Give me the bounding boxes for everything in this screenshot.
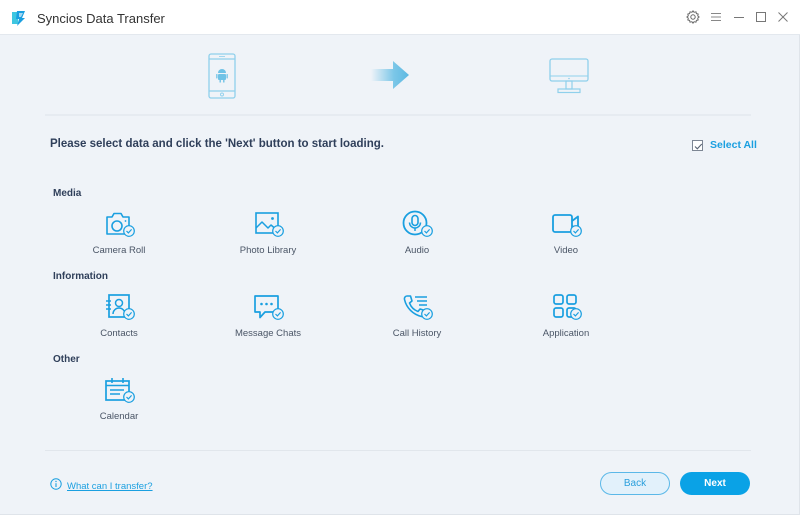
data-item-audio[interactable]: Audio: [362, 210, 472, 256]
maximize-button[interactable]: [752, 8, 770, 26]
title-bar: Syncios Data Transfer: [0, 0, 800, 35]
hamburger-icon: [710, 11, 722, 23]
data-item-call-history[interactable]: Call History: [362, 293, 472, 339]
photo-icon: [251, 210, 285, 240]
data-item-label: Call History: [392, 328, 442, 339]
data-item-calendar[interactable]: Calendar: [64, 376, 174, 422]
instruction-text: Please select data and click the 'Next' …: [50, 138, 384, 150]
arrow-right-icon: [371, 61, 411, 94]
section-title-other: Other: [53, 354, 80, 365]
select-all-checkbox[interactable]: [692, 139, 703, 151]
select-all-toggle[interactable]: Select All: [692, 139, 757, 151]
gear-icon: [686, 10, 700, 24]
help-link-label[interactable]: What can I transfer?: [67, 481, 153, 492]
section-title-media: Media: [53, 188, 82, 199]
maximize-icon: [755, 11, 767, 23]
close-icon: [777, 11, 789, 23]
data-item-label: Application: [542, 328, 590, 339]
window-title: Syncios Data Transfer: [37, 11, 165, 26]
data-item-camera-roll[interactable]: Camera Roll: [64, 210, 174, 256]
info-icon: [50, 477, 62, 495]
menu-button[interactable]: [707, 8, 725, 26]
select-all-label: Select All: [710, 139, 757, 151]
chat-bubble-icon: [251, 293, 285, 323]
android-phone-icon: [208, 53, 236, 104]
app-window: Syncios Data Transfer Please select data…: [0, 0, 800, 515]
section-title-information: Information: [53, 271, 108, 282]
data-item-application[interactable]: Application: [511, 293, 621, 339]
data-item-label: Audio: [404, 245, 430, 256]
computer-monitor-icon: [549, 58, 589, 99]
footer-divider: [45, 450, 751, 451]
data-item-label: Message Chats: [234, 328, 301, 339]
minimize-button[interactable]: [730, 8, 748, 26]
video-camera-icon: [549, 210, 583, 240]
syncios-logo-icon: [9, 9, 27, 27]
camera-icon: [102, 210, 136, 240]
help-link[interactable]: What can I transfer?: [50, 477, 153, 495]
data-item-contacts[interactable]: Contacts: [64, 293, 174, 339]
data-item-label: Camera Roll: [92, 245, 146, 256]
close-button[interactable]: [774, 8, 792, 26]
transfer-illustration: [0, 40, 800, 115]
data-item-label: Calendar: [99, 411, 139, 422]
data-item-label: Contacts: [100, 328, 138, 339]
minimize-icon: [733, 11, 745, 23]
data-item-message-chats[interactable]: Message Chats: [213, 293, 323, 339]
header-divider: [45, 114, 751, 116]
calendar-icon: [102, 376, 136, 406]
data-item-video[interactable]: Video: [511, 210, 621, 256]
contacts-icon: [102, 293, 136, 323]
next-button[interactable]: Next: [680, 472, 750, 495]
back-button[interactable]: Back: [600, 472, 670, 495]
data-item-photo-library[interactable]: Photo Library: [213, 210, 323, 256]
microphone-icon: [400, 210, 434, 240]
data-item-label: Photo Library: [239, 245, 297, 256]
data-item-label: Video: [553, 245, 579, 256]
settings-button[interactable]: [684, 8, 702, 26]
apps-grid-icon: [549, 293, 583, 323]
phone-call-icon: [400, 293, 434, 323]
